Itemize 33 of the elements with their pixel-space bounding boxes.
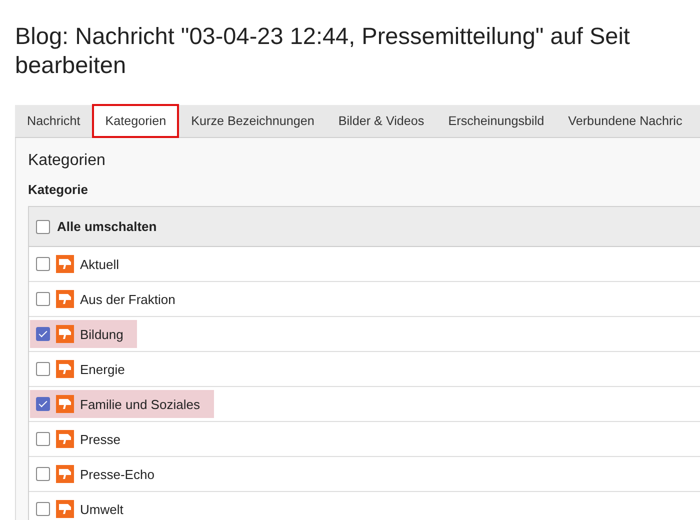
tab[interactable]: Nachricht (15, 105, 92, 137)
checkbox[interactable] (36, 432, 50, 446)
field-label: Kategorie (28, 182, 88, 197)
category-label[interactable]: Presse-Echo (80, 466, 154, 482)
checkbox[interactable] (36, 362, 50, 376)
megaphone-icon (56, 360, 74, 378)
checkbox[interactable] (36, 257, 50, 271)
checkbox[interactable] (36, 220, 50, 234)
tab[interactable]: Bilder & Videos (326, 105, 436, 137)
checkbox[interactable] (36, 502, 50, 516)
category-label[interactable]: Aus der Fraktion (80, 292, 176, 306)
megaphone-icon (56, 325, 74, 343)
megaphone-icon (56, 430, 74, 448)
page-title: Blog: Nachricht "03-04-23 12:44, Pressemitteilung" auf Seit (15, 22, 630, 51)
category-label[interactable]: Aktuell (80, 256, 120, 272)
tab[interactable]: Erscheinungsbild (436, 105, 556, 137)
page-title: bearbeiten (15, 51, 126, 80)
checkbox[interactable] (36, 292, 50, 306)
tab[interactable]: Kurze Bezeichnungen (179, 105, 326, 137)
checkbox[interactable] (36, 397, 50, 411)
megaphone-icon (56, 465, 74, 483)
category-label[interactable]: Umwelt (80, 502, 124, 516)
toggle-all-label[interactable]: Alle umschalten (57, 219, 157, 234)
section-heading: Kategorien (28, 152, 106, 170)
checkbox[interactable] (36, 467, 50, 481)
category-label[interactable]: Presse (80, 432, 120, 446)
category-label[interactable]: Energie (80, 362, 125, 376)
tab[interactable]: Verbundene Nachric (556, 105, 694, 137)
tab[interactable]: Kategorien (92, 104, 180, 138)
megaphone-icon (56, 290, 74, 308)
megaphone-icon (56, 255, 74, 273)
megaphone-icon (56, 395, 74, 413)
checkbox[interactable] (36, 327, 50, 341)
